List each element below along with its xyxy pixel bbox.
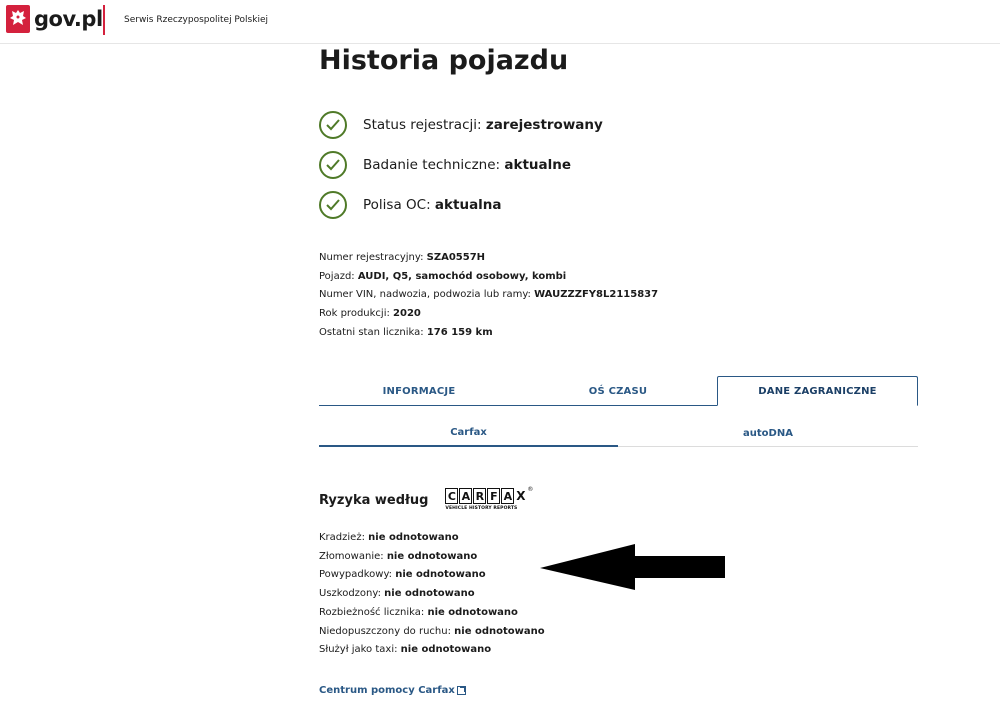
check-circle-icon xyxy=(319,191,347,219)
risk-list: Kradzież: nie odnotowano Złomowanie: nie… xyxy=(319,529,545,660)
main-tabs: INFORMACJE OŚ CZASU DANE ZAGRANICZNE xyxy=(319,376,918,406)
risk-item-not-roadworthy: Niedopuszczony do ruchu: nie odnotowano xyxy=(319,625,545,637)
status-list: Status rejestracji: zarejestrowany Badan… xyxy=(319,111,603,231)
carfax-letter: C xyxy=(445,488,459,504)
carfax-letter: A xyxy=(501,488,515,504)
status-text: Polisa OC: aktualna xyxy=(363,197,502,213)
status-row-inspection: Badanie techniczne: aktualne xyxy=(319,151,603,179)
tab-dane-zagraniczne[interactable]: DANE ZAGRANICZNE xyxy=(717,376,918,406)
gov-logo[interactable]: gov.pl xyxy=(6,5,103,33)
carfax-tagline: VEHICLE HISTORY REPORTS xyxy=(445,506,518,511)
carfax-registered-mark: ® xyxy=(527,486,534,493)
detail-vin: Numer VIN, nadwozia, podwozia lub ramy: … xyxy=(319,289,659,301)
risk-item-taxi: Służył jako taxi: nie odnotowano xyxy=(319,644,492,656)
vehicle-details: Numer rejestracyjny: SZA0557H Pojazd: AU… xyxy=(319,249,658,343)
carfax-letter: R xyxy=(473,488,487,504)
risk-item-odometer: Rozbieżność licznika: nie odnotowano xyxy=(319,606,518,618)
check-circle-icon xyxy=(319,111,347,139)
detail-odometer: Ostatni stan licznika: 176 159 km xyxy=(319,326,493,338)
status-text: Status rejestracji: zarejestrowany xyxy=(363,117,603,133)
tab-informacje[interactable]: INFORMACJE xyxy=(319,376,519,406)
detail-vehicle: Pojazd: AUDI, Q5, samochód osobowy, komb… xyxy=(319,270,567,282)
page-title: Historia pojazdu xyxy=(319,45,569,76)
status-text: Badanie techniczne: aktualne xyxy=(363,157,572,173)
status-row-insurance: Polisa OC: aktualna xyxy=(319,191,603,219)
carfax-letter: X xyxy=(516,489,526,503)
tab-os-czasu[interactable]: OŚ CZASU xyxy=(519,376,717,406)
risk-item-scrapped: Złomowanie: nie odnotowano xyxy=(319,550,478,562)
risk-heading-label: Ryzyka według xyxy=(319,492,429,508)
service-name: Serwis Rzeczypospolitej Polskiej xyxy=(124,15,268,25)
sub-tabs: Carfax autoDNA xyxy=(319,420,918,447)
risk-item-accident: Powypadkowy: nie odnotowano xyxy=(319,569,486,581)
risk-heading: Ryzyka według C A R F A X VEHICLE HISTOR… xyxy=(319,486,534,512)
external-link-icon xyxy=(456,686,466,695)
carfax-help-label: Centrum pomocy Carfax xyxy=(319,685,455,696)
logo-text: gov.pl xyxy=(34,7,103,31)
header-divider xyxy=(103,5,105,35)
risk-item-theft: Kradzież: nie odnotowano xyxy=(319,532,459,543)
carfax-logo: C A R F A X VEHICLE HISTORY REPORTS ® xyxy=(445,486,534,512)
arrow-annotation-icon xyxy=(540,544,725,590)
top-bar: gov.pl Serwis Rzeczypospolitej Polskiej xyxy=(0,0,1000,44)
status-row-registration: Status rejestracji: zarejestrowany xyxy=(319,111,603,139)
subtab-autodna[interactable]: autoDNA xyxy=(618,420,918,446)
eagle-emblem-icon xyxy=(6,5,30,33)
risk-item-damaged: Uszkodzony: nie odnotowano xyxy=(319,588,475,600)
carfax-help-link[interactable]: Centrum pomocy Carfax xyxy=(319,685,466,696)
check-circle-icon xyxy=(319,151,347,179)
subtab-carfax[interactable]: Carfax xyxy=(319,420,618,447)
detail-production-year: Rok produkcji: 2020 xyxy=(319,308,421,320)
detail-registration-number: Numer rejestracyjny: SZA0557H xyxy=(319,252,486,263)
carfax-letter: F xyxy=(487,488,501,504)
carfax-letter: A xyxy=(459,488,473,504)
